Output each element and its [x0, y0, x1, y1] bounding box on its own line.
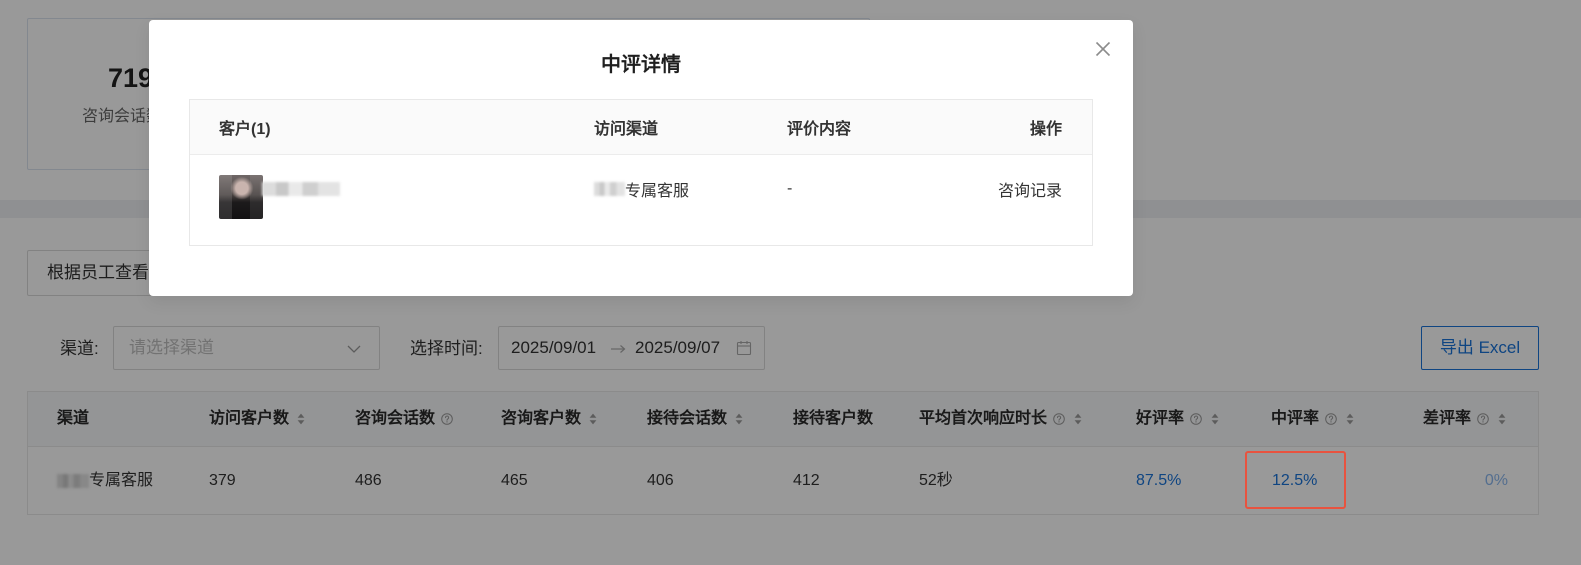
modal-title: 中评详情 [601, 54, 681, 76]
neutral-review-modal: 中评详情 客户(1) 访问渠道 评价内容 操作 专属客服 - 咨询记录 [149, 20, 1133, 296]
close-icon[interactable] [1095, 41, 1111, 57]
channel-name: 专属客服 [625, 183, 690, 200]
highlight-annotation [1245, 451, 1346, 509]
review-table-header: 客户(1) 访问渠道 评价内容 操作 [190, 100, 1092, 155]
modal-close-button[interactable] [1092, 38, 1114, 60]
column-header-visit-channel: 访问渠道 [594, 121, 659, 138]
cell-review-content: - [787, 180, 793, 197]
customer-name-redacted [262, 182, 340, 196]
customer-avatar [219, 175, 263, 219]
column-header-customer: 客户(1) [219, 121, 271, 138]
cell-visit-channel: 专属客服 [594, 175, 689, 203]
table-row: 专属客服 - 咨询记录 [190, 155, 1092, 245]
column-header-actions: 操作 [1029, 121, 1062, 138]
consult-record-link[interactable]: 咨询记录 [998, 175, 1062, 203]
column-header-review-content: 评价内容 [787, 121, 852, 138]
channel-name-redacted [594, 182, 625, 196]
review-table: 客户(1) 访问渠道 评价内容 操作 专属客服 - 咨询记录 [189, 99, 1093, 246]
